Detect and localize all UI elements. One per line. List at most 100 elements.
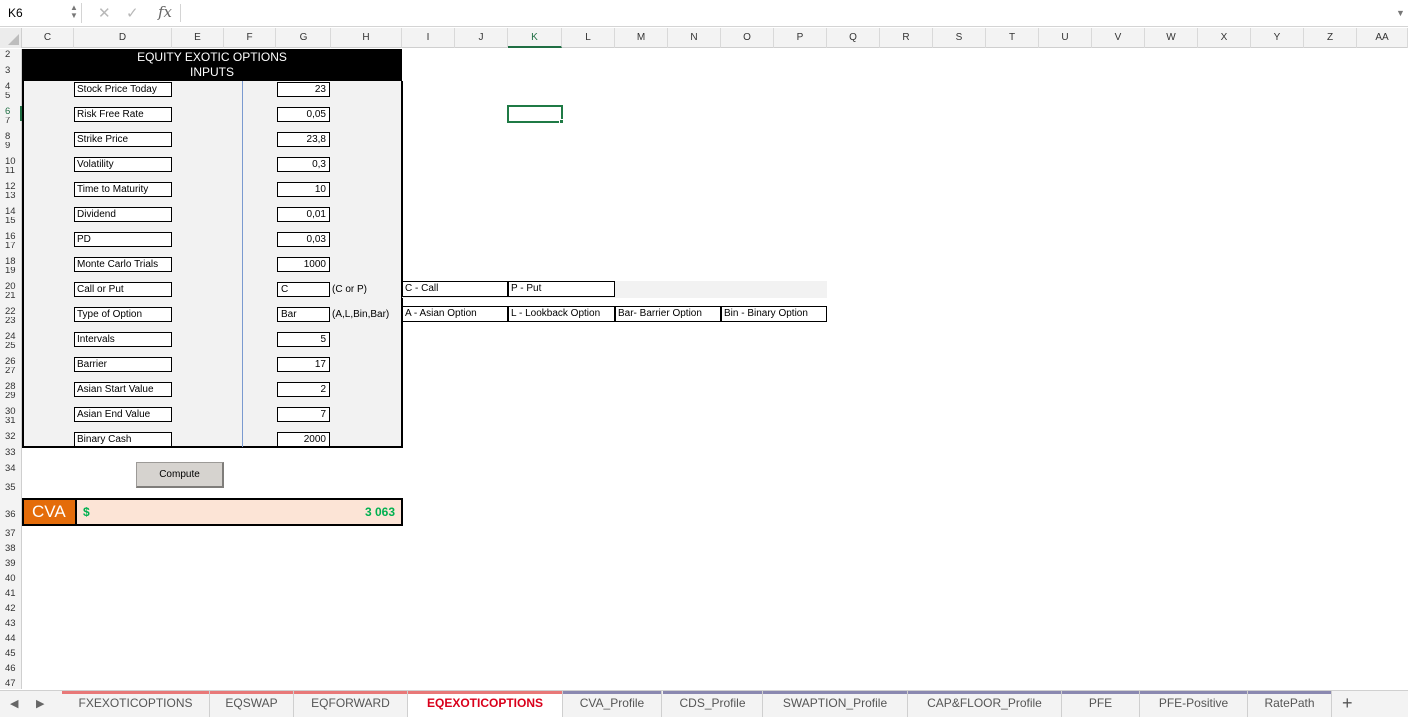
add-sheet-button[interactable]: + [1342,693,1353,714]
row-header[interactable]: 42 [0,603,22,615]
row-header[interactable]: 3 [0,65,22,77]
column-header[interactable]: Q [827,28,880,48]
expand-formula-bar-icon[interactable]: ▼ [1396,8,1405,18]
row-header[interactable]: 43 [0,618,22,630]
cancel-icon[interactable]: ✕ [98,4,111,22]
sheet-tab-color-stripe [763,691,907,694]
row-header[interactable]: 33 [0,447,22,459]
column-header[interactable]: F [224,28,276,48]
row-header[interactable]: 7 [0,117,22,124]
row-header[interactable]: 37 [0,528,22,540]
column-header[interactable]: Y [1251,28,1304,48]
row-header[interactable]: 47 [0,678,22,690]
selected-cell[interactable] [507,105,563,123]
column-header[interactable]: I [402,28,455,48]
input-value-field[interactable]: 7 [277,407,330,422]
enter-icon[interactable]: ✓ [126,4,139,22]
row-header[interactable]: 29 [0,392,22,399]
input-value-field[interactable]: 0,3 [277,157,330,172]
input-value-field[interactable]: 0,05 [277,107,330,122]
column-header[interactable]: Z [1304,28,1357,48]
input-value-field[interactable]: 2 [277,382,330,397]
column-header[interactable]: D [74,28,172,48]
row-header[interactable]: 5 [0,92,22,99]
compute-button[interactable]: Compute [136,462,224,488]
column-header[interactable]: U [1039,28,1092,48]
next-sheet-icon[interactable]: ▶ [36,697,44,710]
sheet-tab[interactable]: PFE [1062,691,1140,717]
row-header[interactable]: 32 [0,431,22,443]
input-value-field[interactable]: 0,03 [277,232,330,247]
cva-result: CVA $ 3 063 [22,498,403,526]
fill-handle[interactable] [559,119,564,124]
column-header[interactable]: G [277,28,331,48]
row-header[interactable]: 13 [0,192,22,199]
input-value-field[interactable]: 0,01 [277,207,330,222]
row-header[interactable]: 15 [0,217,22,224]
column-header[interactable]: W [1145,28,1198,48]
row-header[interactable]: 46 [0,663,22,675]
input-value-field[interactable]: C [277,282,330,297]
column-header[interactable]: O [721,28,774,48]
column-header[interactable]: E [172,28,224,48]
sheet-tab[interactable]: EQFORWARD [294,691,408,717]
column-header[interactable]: L [562,28,615,48]
column-header[interactable]: P [774,28,827,48]
sheet-tab[interactable]: PFE-Positive [1140,691,1248,717]
column-header[interactable]: S [933,28,986,48]
input-value-field[interactable]: Bar [277,307,330,322]
sheet-tab[interactable]: CAP&FLOOR_Profile [908,691,1062,717]
sheet-tab-label: EQSWAP [225,696,278,710]
input-value-field[interactable]: 17 [277,357,330,372]
column-header[interactable]: K [508,28,562,48]
input-value-field[interactable]: 23 [277,82,330,97]
row-header[interactable]: 39 [0,558,22,570]
row-header[interactable]: 19 [0,267,22,274]
row-header[interactable]: 35 [0,482,22,494]
column-header[interactable]: J [455,28,508,48]
row-header[interactable]: 36 [0,509,22,521]
formula-input[interactable] [188,4,1378,22]
column-header[interactable]: N [668,28,721,48]
input-value-field[interactable]: 23,8 [277,132,330,147]
sheet-tab[interactable]: SWAPTION_Profile [763,691,908,717]
sheet-tab[interactable]: EQEXOTICOPTIONS [408,691,563,717]
sheet-tab[interactable]: EQSWAP [210,691,294,717]
sheet-tab[interactable]: FXEXOTICOPTIONS [62,691,210,717]
insert-function-icon[interactable]: fx [158,3,172,21]
column-header[interactable]: T [986,28,1039,48]
column-header[interactable]: X [1198,28,1251,48]
column-header[interactable]: R [880,28,933,48]
row-header[interactable]: 44 [0,633,22,645]
row-header[interactable]: 21 [0,292,22,299]
sheet-tab[interactable]: RatePath [1248,691,1332,717]
row-header[interactable]: 25 [0,342,22,349]
column-header[interactable]: AA [1357,28,1408,48]
input-label: Barrier [74,357,172,372]
row-header[interactable]: 31 [0,417,22,424]
sheet-tab[interactable]: CDS_Profile [663,691,763,717]
row-header[interactable]: 2 [0,49,22,61]
row-header[interactable]: 9 [0,142,22,149]
row-header[interactable]: 27 [0,367,22,374]
row-header[interactable]: 38 [0,543,22,555]
column-header[interactable]: C [22,28,74,48]
sheet-tab[interactable]: CVA_Profile [563,691,662,717]
name-box-stepper-icon[interactable]: ▲ ▼ [70,4,78,20]
input-value-field[interactable]: 10 [277,182,330,197]
row-header[interactable]: 40 [0,573,22,585]
row-header[interactable]: 17 [0,242,22,249]
row-header[interactable]: 45 [0,648,22,660]
prev-sheet-icon[interactable]: ◀ [10,697,18,710]
input-value-field[interactable]: 2000 [277,432,330,447]
input-label: Dividend [74,207,172,222]
row-header[interactable]: 34 [0,463,22,475]
row-header[interactable]: 11 [0,167,22,174]
row-header[interactable]: 41 [0,588,22,600]
row-header[interactable]: 23 [0,317,22,324]
input-value-field[interactable]: 1000 [277,257,330,272]
input-value-field[interactable]: 5 [277,332,330,347]
column-header[interactable]: V [1092,28,1145,48]
column-header[interactable]: M [615,28,668,48]
column-header[interactable]: H [331,28,402,48]
